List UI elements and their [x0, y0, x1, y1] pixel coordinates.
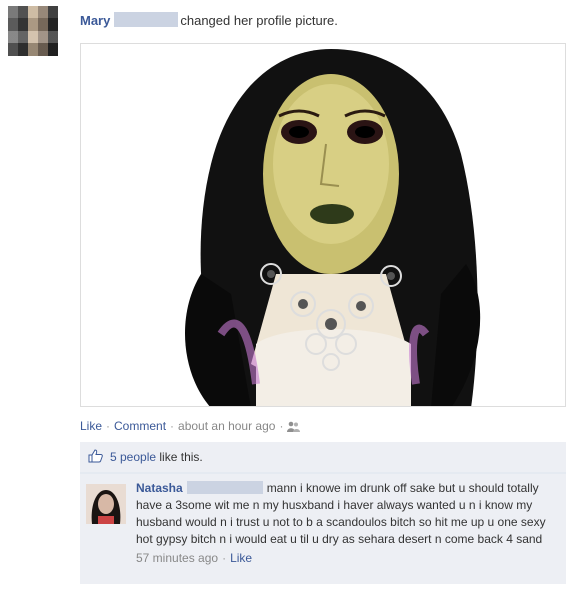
comment-body: Natasha mann i knowe im drunk off sake bu… — [136, 480, 556, 567]
comment-like-link[interactable]: Like — [230, 551, 252, 565]
story-header: Mary changed her profile picture. — [80, 12, 338, 30]
separator-dot: · — [170, 419, 175, 433]
profile-photo[interactable] — [80, 43, 566, 407]
feedback-box: 5 people like this. Natasha mann i knowe … — [80, 442, 566, 584]
comment-link[interactable]: Comment — [114, 419, 166, 433]
timestamp-link[interactable]: about an hour ago — [178, 419, 275, 433]
redacted-surname — [114, 12, 179, 27]
commenter-name-link[interactable]: Natasha — [136, 481, 183, 495]
separator-dot: · — [222, 551, 227, 565]
likes-summary: 5 people like this. — [80, 442, 566, 473]
story-action-text: changed her profile picture. — [180, 13, 338, 28]
likes-suffix: like this. — [159, 450, 203, 464]
separator-dot: · — [106, 419, 111, 433]
thumbs-up-icon — [88, 448, 104, 466]
poster-avatar[interactable] — [8, 6, 58, 56]
story-meta: Like · Comment · about an hour ago · — [80, 418, 301, 436]
like-link[interactable]: Like — [80, 419, 102, 433]
profile-photo-image — [81, 44, 565, 406]
commenter-avatar[interactable] — [86, 484, 126, 524]
likers-link[interactable]: 5 people — [110, 450, 156, 464]
comment-meta: 57 minutes ago · Like — [136, 550, 556, 567]
comment-item: Natasha mann i knowe im drunk off sake bu… — [80, 473, 566, 584]
poster-name-link[interactable]: Mary — [80, 13, 110, 28]
comment-timestamp[interactable]: 57 minutes ago — [136, 551, 218, 565]
separator-dot: · — [279, 419, 284, 433]
friends-icon — [287, 420, 301, 436]
redacted-surname — [186, 481, 263, 494]
